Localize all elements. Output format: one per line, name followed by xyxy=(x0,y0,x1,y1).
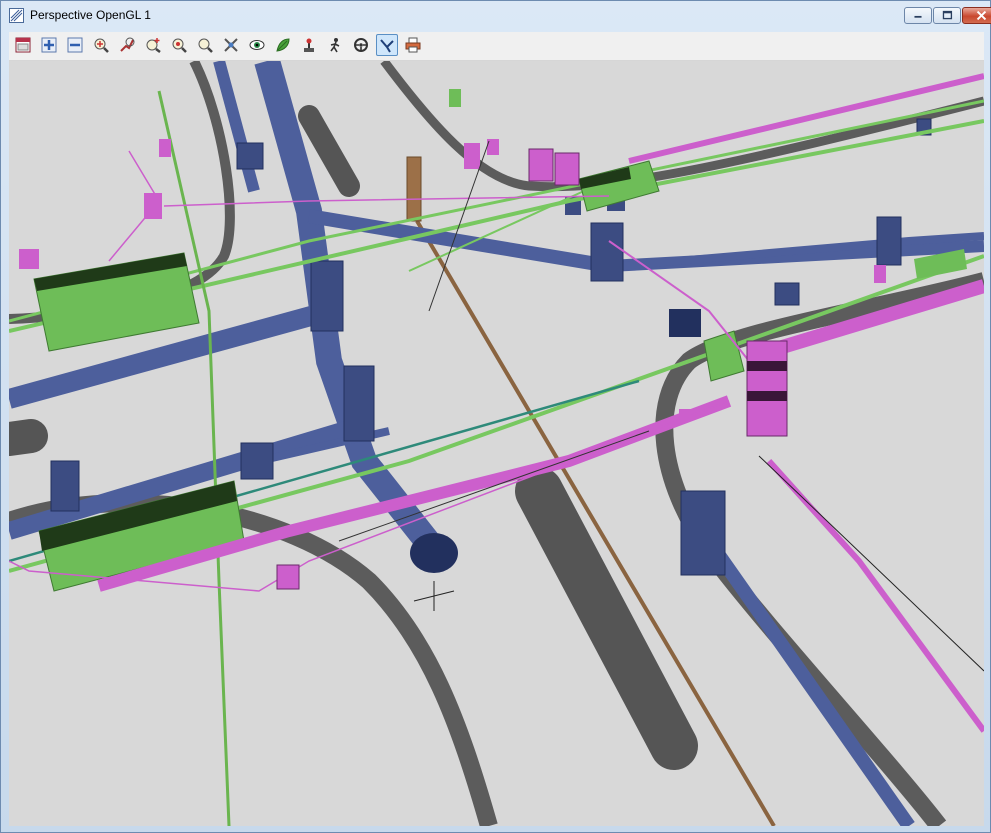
zoom-out-minus-button[interactable] xyxy=(64,34,86,56)
maximize-icon xyxy=(942,10,953,20)
joystick-icon xyxy=(304,38,314,52)
zoom-window-icon xyxy=(94,38,109,53)
view-toolbar xyxy=(9,32,984,61)
zoom-search-icon xyxy=(198,38,213,53)
pan-tool-button[interactable] xyxy=(220,34,242,56)
window-area-button[interactable] xyxy=(12,34,34,56)
zoom-in-plus-icon xyxy=(41,37,57,53)
close-icon xyxy=(976,10,987,21)
render-leaf-button[interactable] xyxy=(272,34,294,56)
zoom-window-button[interactable] xyxy=(90,34,112,56)
fly-mode-button[interactable] xyxy=(376,34,398,56)
perspective-view-icon xyxy=(9,8,24,23)
steering-wheel-button[interactable] xyxy=(350,34,372,56)
brown-pipe-riser xyxy=(406,156,422,222)
print-icon xyxy=(405,37,421,53)
app-window: Perspective OpenGL 1 xyxy=(0,0,991,833)
zoom-fit-button[interactable] xyxy=(116,34,138,56)
zoom-fit-icon xyxy=(120,37,135,52)
zoom-plus-button[interactable] xyxy=(142,34,164,56)
minimize-icon xyxy=(914,15,922,18)
print-button[interactable] xyxy=(402,34,424,56)
walk-person-icon xyxy=(330,38,340,53)
joystick-button[interactable] xyxy=(298,34,320,56)
close-button[interactable] xyxy=(962,7,991,24)
zoom-plus-icon xyxy=(146,38,161,53)
minimize-button[interactable] xyxy=(904,7,932,24)
magenta-vault xyxy=(746,340,788,437)
render-leaf-icon xyxy=(276,38,290,52)
pan-tool-icon xyxy=(224,38,238,52)
walk-person-button[interactable] xyxy=(324,34,346,56)
zoom-out-minus-icon xyxy=(67,37,83,53)
window-area-icon xyxy=(15,37,31,53)
window-title: Perspective OpenGL 1 xyxy=(30,8,151,22)
zoom-center-button[interactable] xyxy=(168,34,190,56)
manhole xyxy=(310,260,344,332)
maximize-button[interactable] xyxy=(933,7,961,24)
eye-view-icon xyxy=(249,40,265,50)
eye-view-button[interactable] xyxy=(246,34,268,56)
opengl-viewport[interactable] xyxy=(9,61,984,826)
fly-mode-icon xyxy=(380,39,394,53)
zoom-search-button[interactable] xyxy=(194,34,216,56)
title-bar[interactable]: Perspective OpenGL 1 xyxy=(1,1,991,31)
zoom-center-icon xyxy=(172,38,187,53)
steering-wheel-icon xyxy=(354,38,368,52)
utility-network-scene[interactable] xyxy=(9,61,984,826)
zoom-in-plus-button[interactable] xyxy=(38,34,60,56)
